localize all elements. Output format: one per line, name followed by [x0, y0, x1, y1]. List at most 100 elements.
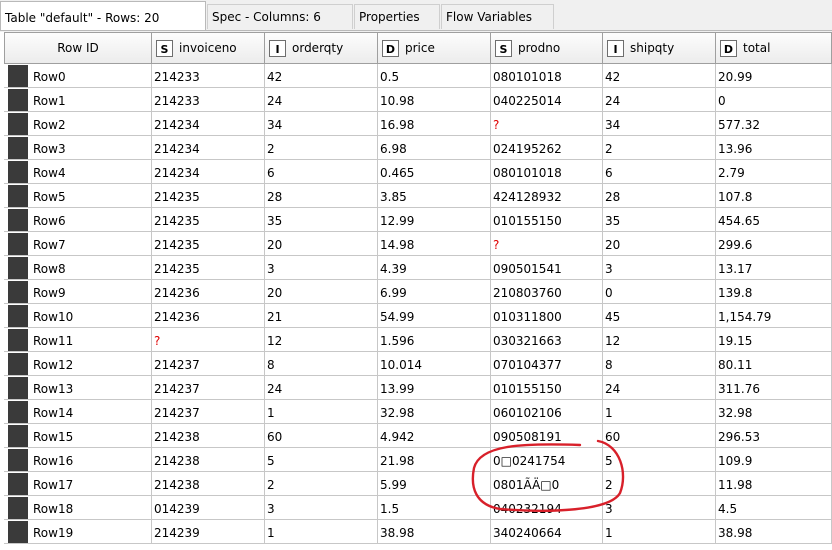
cell-total[interactable]: 2.79 — [716, 160, 832, 184]
cell-prodno[interactable]: ? — [491, 232, 603, 256]
cell-total[interactable]: 13.17 — [716, 256, 832, 280]
table-row[interactable]: Row2 214234 34 16.98? 34 577.32 — [0, 112, 832, 136]
table-row[interactable]: Row7 214235 20 14.98? 20 299.6 — [0, 232, 832, 256]
cell-prodno[interactable]: 080101018 — [491, 160, 603, 184]
cell-invoiceno[interactable]: 214234 — [152, 160, 265, 184]
cell-prodno[interactable]: 070104377 — [491, 352, 603, 376]
row-id-cell[interactable]: Row8 — [4, 256, 152, 280]
cell-shipqty[interactable]: 5 — [603, 448, 716, 472]
cell-prodno[interactable]: 040225014 — [491, 88, 603, 112]
cell-shipqty[interactable]: 60 — [603, 424, 716, 448]
table-row[interactable]: Row8 214235 3 4.39 090501541 3 13.17 — [0, 256, 832, 280]
cell-invoiceno[interactable]: 214235 — [152, 232, 265, 256]
cell-prodno[interactable]: 090501541 — [491, 256, 603, 280]
cell-orderqty[interactable]: 3 — [265, 256, 378, 280]
table-row[interactable]: Row1 214233 24 10.98 040225014 24 0 — [0, 88, 832, 112]
cell-orderqty[interactable]: 1 — [265, 400, 378, 424]
cell-orderqty[interactable]: 8 — [265, 352, 378, 376]
header-shipqty[interactable]: Ishipqty — [603, 32, 716, 64]
cell-invoiceno[interactable]: 214235 — [152, 184, 265, 208]
tab-table[interactable]: Table "default" - Rows: 20 — [0, 1, 206, 30]
row-id-cell[interactable]: Row11 — [4, 328, 152, 352]
cell-price[interactable]: 0.5 — [378, 64, 491, 88]
cell-total[interactable]: 4.5 — [716, 496, 832, 520]
cell-orderqty[interactable]: 5 — [265, 448, 378, 472]
cell-prodno[interactable]: ? — [491, 112, 603, 136]
cell-price[interactable]: 14.98 — [378, 232, 491, 256]
cell-orderqty[interactable]: 24 — [265, 376, 378, 400]
row-id-cell[interactable]: Row17 — [4, 472, 152, 496]
table-row[interactable]: Row5 214235 28 3.85 424128932 28 107.8 — [0, 184, 832, 208]
cell-prodno[interactable]: 0□0241754 — [491, 448, 603, 472]
cell-price[interactable]: 0.465 — [378, 160, 491, 184]
cell-orderqty[interactable]: 20 — [265, 232, 378, 256]
cell-shipqty[interactable]: 8 — [603, 352, 716, 376]
cell-price[interactable]: 6.98 — [378, 136, 491, 160]
cell-shipqty[interactable]: 28 — [603, 184, 716, 208]
cell-price[interactable]: 10.014 — [378, 352, 491, 376]
cell-invoiceno[interactable]: 214238 — [152, 448, 265, 472]
row-id-cell[interactable]: Row9 — [4, 280, 152, 304]
row-id-cell[interactable]: Row10 — [4, 304, 152, 328]
row-id-cell[interactable]: Row4 — [4, 160, 152, 184]
cell-prodno[interactable]: 090508191 — [491, 424, 603, 448]
cell-prodno[interactable]: 010155150 — [491, 376, 603, 400]
cell-invoiceno[interactable]: 214238 — [152, 472, 265, 496]
cell-total[interactable]: 296.53 — [716, 424, 832, 448]
cell-prodno[interactable]: 010311800 — [491, 304, 603, 328]
cell-shipqty[interactable]: 24 — [603, 376, 716, 400]
cell-total[interactable]: 577.32 — [716, 112, 832, 136]
table-row[interactable]: Row19 214239 1 38.98 340240664 1 38.98 — [0, 520, 832, 544]
cell-prodno[interactable]: 040232194 — [491, 496, 603, 520]
cell-orderqty[interactable]: 6 — [265, 160, 378, 184]
row-id-cell[interactable]: Row12 — [4, 352, 152, 376]
cell-invoiceno[interactable]: 014239 — [152, 496, 265, 520]
cell-orderqty[interactable]: 35 — [265, 208, 378, 232]
cell-orderqty[interactable]: 2 — [265, 136, 378, 160]
cell-prodno[interactable]: 024195262 — [491, 136, 603, 160]
cell-invoiceno[interactable]: 214234 — [152, 112, 265, 136]
header-total[interactable]: Dtotal — [716, 32, 832, 64]
cell-price[interactable]: 12.99 — [378, 208, 491, 232]
header-row-id[interactable]: Row ID — [4, 32, 152, 64]
table-row[interactable]: Row4 214234 6 0.465 080101018 6 2.79 — [0, 160, 832, 184]
table-row[interactable]: Row6 214235 35 12.99 010155150 35 454.65 — [0, 208, 832, 232]
cell-total[interactable]: 38.98 — [716, 520, 832, 544]
cell-orderqty[interactable]: 24 — [265, 88, 378, 112]
cell-prodno[interactable]: 424128932 — [491, 184, 603, 208]
cell-prodno[interactable]: 030321663 — [491, 328, 603, 352]
cell-invoiceno[interactable]: 214236 — [152, 280, 265, 304]
cell-price[interactable]: 5.99 — [378, 472, 491, 496]
cell-shipqty[interactable]: 6 — [603, 160, 716, 184]
cell-orderqty[interactable]: 28 — [265, 184, 378, 208]
cell-shipqty[interactable]: 45 — [603, 304, 716, 328]
cell-invoiceno[interactable]: 214237 — [152, 376, 265, 400]
cell-prodno[interactable]: 0801ÃÄ□0 — [491, 472, 603, 496]
cell-price[interactable]: 1.596 — [378, 328, 491, 352]
cell-orderqty[interactable]: 2 — [265, 472, 378, 496]
cell-shipqty[interactable]: 3 — [603, 496, 716, 520]
cell-total[interactable]: 1,154.79 — [716, 304, 832, 328]
cell-orderqty[interactable]: 20 — [265, 280, 378, 304]
cell-price[interactable]: 32.98 — [378, 400, 491, 424]
cell-price[interactable]: 21.98 — [378, 448, 491, 472]
cell-orderqty[interactable]: 60 — [265, 424, 378, 448]
cell-invoiceno[interactable]: 214233 — [152, 88, 265, 112]
table-row[interactable]: Row12 214237 8 10.014 070104377 8 80.11 — [0, 352, 832, 376]
cell-invoiceno[interactable]: 214235 — [152, 208, 265, 232]
table-row[interactable]: Row3 214234 2 6.98 024195262 2 13.96 — [0, 136, 832, 160]
row-id-cell[interactable]: Row19 — [4, 520, 152, 544]
table-row[interactable]: Row17 214238 2 5.99 0801ÃÄ□0 2 11.98 — [0, 472, 832, 496]
cell-shipqty[interactable]: 42 — [603, 64, 716, 88]
cell-price[interactable]: 3.85 — [378, 184, 491, 208]
cell-price[interactable]: 4.39 — [378, 256, 491, 280]
tab-flow-variables[interactable]: Flow Variables — [441, 4, 554, 29]
cell-shipqty[interactable]: 1 — [603, 520, 716, 544]
cell-shipqty[interactable]: 2 — [603, 472, 716, 496]
row-id-cell[interactable]: Row2 — [4, 112, 152, 136]
cell-price[interactable]: 1.5 — [378, 496, 491, 520]
table-row[interactable]: Row0 214233 42 0.5 080101018 42 20.99 — [0, 64, 832, 88]
cell-orderqty[interactable]: 12 — [265, 328, 378, 352]
cell-total[interactable]: 20.99 — [716, 64, 832, 88]
row-id-cell[interactable]: Row3 — [4, 136, 152, 160]
